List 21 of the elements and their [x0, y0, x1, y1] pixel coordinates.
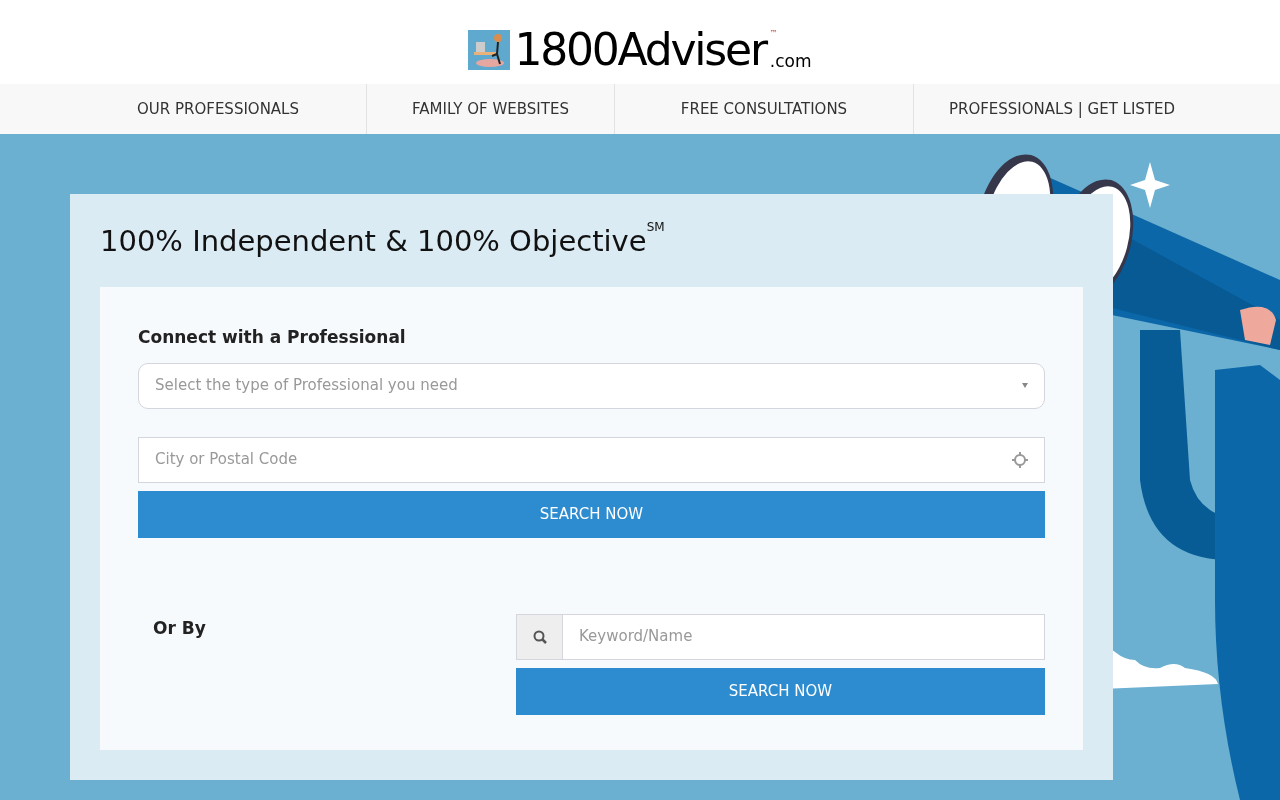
logo-suffix: .com — [769, 53, 812, 70]
nav-link[interactable]: PROFESSIONALS | GET LISTED — [914, 84, 1280, 134]
or-by-label: Or By — [152, 616, 207, 640]
nav-link[interactable]: FAMILY OF WEBSITES — [367, 84, 615, 134]
dropdown-arrow-icon — [1022, 383, 1028, 388]
section-heading: Connect with a Professional — [138, 326, 407, 349]
logo-icon — [468, 30, 511, 70]
nav-link[interactable]: OUR PROFESSIONALS — [0, 84, 367, 134]
locate-icon — [1012, 451, 1028, 468]
search-now-button[interactable]: SEARCH NOW — [138, 490, 1045, 538]
location-input[interactable]: City or Postal Code — [155, 448, 1012, 471]
hero-title: 100% Independent & 100% Objective$^{SM}$ — [100, 222, 666, 260]
keyword-field[interactable]: Keyword/Name — [516, 613, 1045, 660]
location-field[interactable]: City or Postal Code — [138, 436, 1045, 483]
logo-text: 1800Adviser — [514, 30, 766, 70]
select-placeholder: Select the type of Professional you need — [155, 375, 458, 397]
nav-link[interactable]: FREE CONSULTATIONS — [615, 84, 914, 134]
trademark-mark: ™ — [769, 30, 779, 38]
search-icon — [532, 629, 547, 644]
keyword-input[interactable]: Keyword/Name — [563, 625, 1044, 648]
search-now-button[interactable]: SEARCH NOW — [516, 667, 1045, 715]
